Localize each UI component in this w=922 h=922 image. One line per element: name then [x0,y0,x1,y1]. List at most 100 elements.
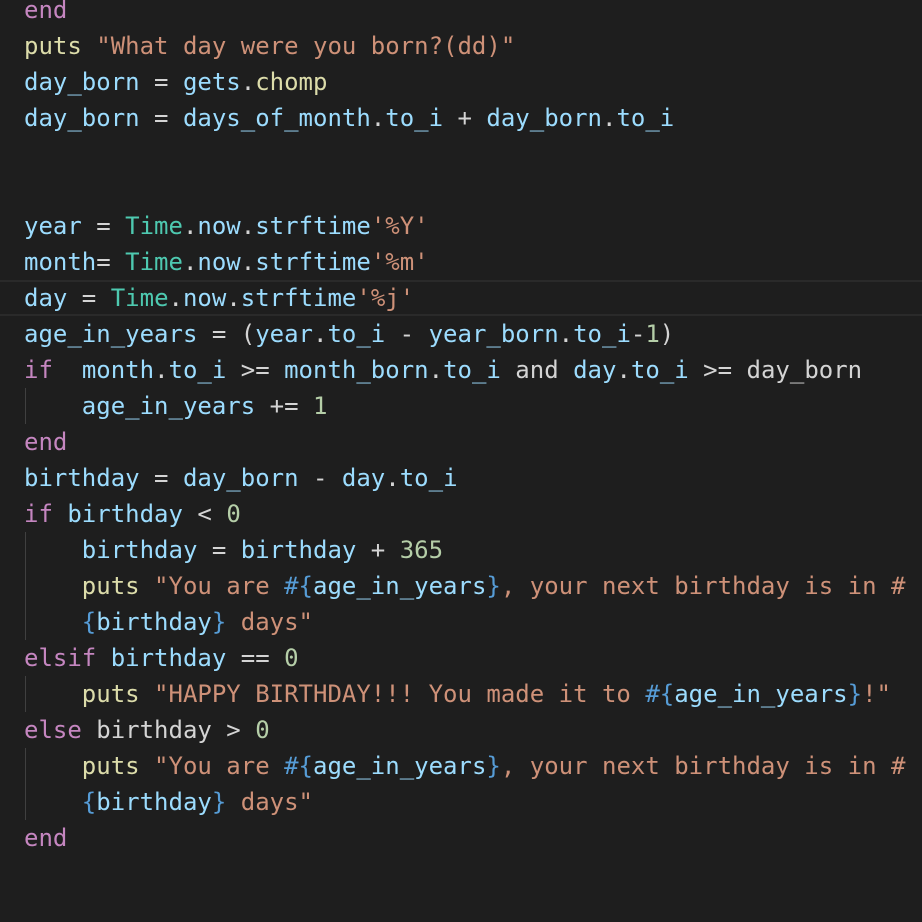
code-token: . [616,356,631,384]
code-token: . [370,104,386,132]
code-token: += [255,392,313,420]
code-token: puts [81,680,155,708]
code-token: year [255,320,313,348]
code-token: puts [81,752,155,780]
code-token: Time [110,284,169,312]
code-line[interactable]: end [0,820,922,856]
code-line[interactable]: puts "You are #{age_in_years}, your next… [0,748,922,784]
code-token: #{ [284,572,313,600]
code-token: = [81,212,126,240]
code-token: , your next birthday is in # [500,572,906,600]
code-token: } [486,752,501,780]
code-token: strftime [240,284,357,312]
code-token: and [500,356,574,384]
code-token: . [240,212,256,240]
code-token: "HAPPY BIRTHDAY!!! You made it to [154,680,646,708]
code-token: now [182,284,227,312]
code-token: - [630,320,646,348]
code-token: birthday [24,464,140,492]
code-token: 1 [645,320,660,348]
code-token: "You are [154,572,285,600]
indent-guide [25,676,26,712]
code-token: - [385,320,429,348]
code-token: == [226,644,285,672]
code-token: birthday [96,716,212,744]
code-token: 0 [284,644,299,672]
code-token: to_i [630,356,689,384]
indent-guide [25,748,26,820]
code-token: birthday [96,788,212,816]
code-token: age_in_years [313,752,487,780]
code-token: to_i [168,356,227,384]
code-line[interactable]: birthday = day_born - day.to_i [0,460,922,496]
code-token: } [486,572,501,600]
code-line[interactable]: {birthday} days" [0,604,922,640]
code-token: 365 [399,536,444,564]
code-token: year [24,212,82,240]
code-token: days_of_month [182,104,371,132]
code-line[interactable]: year = Time.now.strftime'%Y' [0,208,922,244]
code-token: . [558,320,574,348]
code-token: } [847,680,863,708]
code-token: . [168,284,183,312]
code-line[interactable]: elsif birthday == 0 [0,640,922,676]
code-token: 0 [226,500,241,528]
code-token: to_i [443,356,501,384]
code-line[interactable]: puts "What day were you born?(dd)" [0,28,922,64]
code-token: birthday [96,608,212,636]
code-line[interactable]: if month.to_i >= month_born.to_i and day… [0,352,922,388]
code-line[interactable]: day_born = gets.chomp [0,64,922,100]
code-editor[interactable]: end puts "What day were you born?(dd)" day… [0,0,922,922]
code-token: day_born [746,356,863,384]
code-token: else [24,716,82,744]
code-line[interactable]: {birthday} days" [0,784,922,820]
code-line[interactable] [0,172,922,208]
code-token: . [240,68,256,96]
code-token: 1 [312,392,328,420]
code-token: + [443,104,487,132]
code-line[interactable]: day = Time.now.strftime'%j' [0,280,922,316]
code-line[interactable] [0,136,922,172]
code-token: day_born [486,104,602,132]
code-line[interactable]: if birthday < 0 [0,496,922,532]
code-line[interactable]: puts "You are #{age_in_years}, your next… [0,568,922,604]
code-token: ) [659,320,675,348]
code-token: month [24,248,97,276]
code-token: = [67,284,111,312]
code-line[interactable]: else birthday > 0 [0,712,922,748]
indent-guide [25,532,26,640]
code-token: '%Y' [370,212,429,240]
code-token: days" [226,608,313,636]
code-line[interactable]: end [0,0,922,28]
code-token: '%j' [356,284,415,312]
code-line[interactable]: puts "HAPPY BIRTHDAY!!! You made it to #… [0,676,922,712]
indent-guide [25,388,26,424]
code-line[interactable]: end [0,424,922,460]
code-line[interactable]: age_in_years = (year.to_i - year_born.to… [0,316,922,352]
code-token: age_in_years [81,392,256,420]
code-token: , your next birthday is in # [500,752,906,780]
code-token: #{ [645,680,675,708]
code-token: if [24,356,53,384]
code-line[interactable]: day_born = days_of_month.to_i + day_born… [0,100,922,136]
code-token: year_born [428,320,559,348]
code-token: 0 [255,716,270,744]
code-token: } [211,608,227,636]
code-token: month [81,356,155,384]
code-line[interactable]: month= Time.now.strftime'%m' [0,244,922,280]
code-token: day [573,356,617,384]
code-token: birthday [67,500,183,528]
code-token: = ( [197,320,256,348]
code-token: to_i [573,320,631,348]
code-token: to_i [327,320,386,348]
code-token: strftime [255,212,371,240]
code-token: = [139,68,183,96]
code-line[interactable]: birthday = birthday + 365 [0,532,922,568]
code-token: . [240,248,256,276]
code-line[interactable]: age_in_years += 1 [0,388,922,424]
